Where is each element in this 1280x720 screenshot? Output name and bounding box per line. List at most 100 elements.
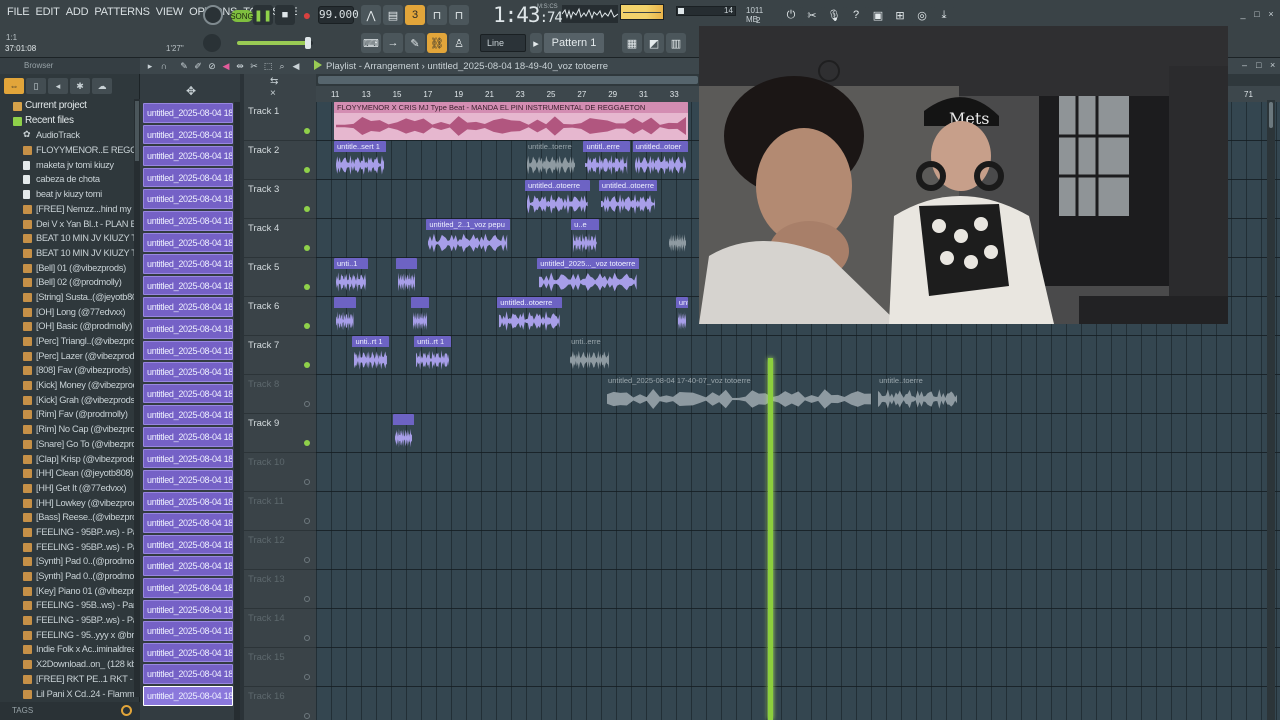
track-header[interactable]: Track 7 [244, 336, 316, 375]
browser-file-item[interactable]: [Kick] Grah (@vibezprods) [0, 393, 134, 408]
browser-file-item[interactable]: [Bass] Reese..(@vibezprods) [0, 510, 134, 525]
browser-file-item[interactable]: FLOYYMENOR..E REGGAETON [0, 143, 134, 158]
tempo-display[interactable]: 99.000 [318, 6, 359, 24]
pattern-selector[interactable]: Pattern 1 [544, 33, 604, 53]
track-mute-led[interactable] [304, 674, 310, 680]
link-icon[interactable]: ⛓ [427, 33, 447, 53]
brush-icon[interactable]: ✐ [192, 60, 204, 72]
help-icon[interactable]: ? [846, 5, 866, 25]
track-header[interactable]: Track 3 [244, 180, 316, 219]
master-volume-slider[interactable] [237, 37, 313, 49]
stamp-icon[interactable]: ♙ [449, 33, 469, 53]
play-arrow-icon[interactable]: ▸ [144, 60, 156, 72]
playlist-audio-clip[interactable]: untitle..toerre [525, 141, 577, 179]
track-header[interactable]: Track 12 [244, 531, 316, 570]
track-mute-led[interactable] [304, 167, 310, 173]
browser-file-item[interactable]: cabeza de chota [0, 172, 134, 187]
browser-cloud-icon[interactable]: ☁ [92, 78, 112, 94]
track-header[interactable]: Track 9 [244, 414, 316, 453]
browser-file-item[interactable]: [Snare] Go To (@vibezprods) [0, 437, 134, 452]
browser-file-item[interactable]: [HH] Get It (@77edvxx) [0, 481, 134, 496]
maximize-icon[interactable]: □ [1252, 9, 1262, 19]
track-header[interactable]: Track 14 [244, 609, 316, 648]
track-mute-led[interactable] [304, 128, 310, 134]
browser-file-item[interactable]: [Kick] Money (@vibezprods) [0, 378, 134, 393]
browser-file-item[interactable]: FEELING - 95B..ws) - Part_2 [0, 598, 134, 613]
clip-picker-item[interactable]: untitled_2025-08-04 18- [142, 296, 234, 318]
track-header[interactable]: Track 16 [244, 687, 316, 720]
track-header[interactable]: Track 1 [244, 102, 316, 141]
browser-file-item[interactable]: [FREE] Nemzz...hind my Back [0, 202, 134, 217]
playlist-audio-clip[interactable]: u..e [571, 219, 599, 257]
track-mute-led[interactable] [304, 479, 310, 485]
stop-button[interactable]: ■ [275, 5, 295, 25]
track-mute-led[interactable] [304, 284, 310, 290]
clip-picker-item[interactable]: untitled_2025-08-04 18- [142, 404, 234, 426]
playlist-audio-clip[interactable]: untitle..sert 1 [334, 141, 387, 179]
chat-icon[interactable]: ◎ [912, 5, 932, 25]
playlist-play-icon[interactable] [314, 60, 322, 70]
playback-icon[interactable]: ◀ [290, 60, 302, 72]
browser-file-item[interactable]: FEELING - 95BP..ws) - Part_1 [0, 613, 134, 628]
pencil-icon[interactable]: ✎ [178, 60, 190, 72]
wait-for-input-icon[interactable]: ▤ [383, 5, 403, 25]
browser-back-icon[interactable]: ◂ [48, 78, 68, 94]
browser-file-item[interactable]: [String] Susta..(@jeyotb808) [0, 290, 134, 305]
track-mute-led[interactable] [304, 635, 310, 641]
magnet-icon[interactable]: ∩ [158, 60, 170, 72]
track-header[interactable]: Track 4 [244, 219, 316, 258]
browser-file-item[interactable]: [HH] Clean (@jeyotb808) [0, 466, 134, 481]
playlist-maximize-icon[interactable]: □ [1256, 60, 1261, 70]
playlist-audio-clip[interactable]: untitled [675, 297, 689, 335]
blend-notes-icon[interactable]: ⊓ [427, 5, 447, 25]
clip-picker-item[interactable]: untitled_2025-08-04 18- [142, 685, 234, 707]
menu-item-patterns[interactable]: PATTERNS [91, 6, 152, 18]
browser-file-item[interactable]: X2Download..on_ (128 kbps) [0, 657, 134, 672]
channel-rack-icon[interactable]: ▥ [666, 33, 686, 53]
clip-picker-item[interactable]: untitled_2025-08-04 18- [142, 577, 234, 599]
browser-file-item[interactable]: ✿ AudioTrack [0, 128, 134, 143]
browser-file-item[interactable]: [Synth] Pad 0..(@prodmolly) [0, 569, 134, 584]
track-mute-led[interactable] [304, 557, 310, 563]
track-header[interactable]: Track 8 [244, 375, 316, 414]
playlist-audio-clip[interactable]: unti..1 [334, 258, 368, 296]
clip-picker-item[interactable]: untitled_2025-08-04 18- [142, 534, 234, 556]
clip-picker-item[interactable]: untitled_2025-08-04 18- [142, 253, 234, 275]
browser-file-item[interactable]: [Bell] 01 (@vibezprods) [0, 261, 134, 276]
menu-item-edit[interactable]: EDIT [32, 6, 62, 18]
clip-picker-item[interactable]: untitled_2025-08-04 18- [142, 275, 234, 297]
clip-picker-item[interactable]: untitled_2025-08-04 18- [142, 642, 234, 664]
clip-picker-item[interactable]: untitled_2025-08-04 18- [142, 318, 234, 340]
mute-icon[interactable]: ◀ [220, 60, 232, 72]
menu-item-view[interactable]: VIEW [153, 6, 186, 18]
browser-plugin-icon[interactable]: ✱ [70, 78, 90, 94]
slip-icon[interactable]: ⇹ [234, 60, 246, 72]
typing-keyboard-icon[interactable]: ⌨ [361, 33, 381, 53]
clip-picker-item[interactable]: untitled_2025-08-04 18- [142, 232, 234, 254]
browser-file-item[interactable]: [Bell] 02 (@prodmolly) [0, 275, 134, 290]
playlist-audio-clip[interactable] [667, 219, 689, 257]
browser-menu-icon[interactable]: ⇔ [4, 78, 24, 94]
piano-roll-icon[interactable]: ◩ [644, 33, 664, 53]
playlist-vertical-scrollbar[interactable] [1267, 100, 1275, 720]
clip-picker-item[interactable]: untitled_2025-08-04 18- [142, 340, 234, 362]
playlist-audio-clip[interactable]: untitled_2025..._voz totoerre [537, 258, 639, 296]
pattern-prev-icon[interactable]: ▸ [530, 33, 542, 53]
move-icon[interactable]: ✥ [186, 84, 196, 98]
microphone-icon[interactable]: 🎙 [824, 5, 844, 25]
clip-picker-item[interactable]: untitled_2025-08-04 18- [142, 491, 234, 513]
snap-dropdown[interactable]: Line [480, 34, 526, 52]
track-header[interactable]: Track 15 [244, 648, 316, 687]
playhead-marker[interactable] [768, 358, 774, 720]
track-header[interactable]: Track 5 [244, 258, 316, 297]
clip-picker-item[interactable]: untitled_2025-08-04 18- [142, 620, 234, 642]
slice-icon[interactable]: ✂ [248, 60, 260, 72]
browser-file-item[interactable]: FEELING - 95..yyy x @bravs) [0, 628, 134, 643]
track-header[interactable]: Track 13 [244, 570, 316, 609]
record-button[interactable]: ● [297, 5, 317, 25]
pause-button[interactable]: ❚❚ [253, 5, 273, 25]
clip-picker-item[interactable]: untitled_2025-08-04 18- [142, 469, 234, 491]
browser-file-item[interactable]: Indie Folk x Ac..iminaldream [0, 642, 134, 657]
clip-picker-item[interactable]: untitled_2025-08-04 18- [142, 167, 234, 189]
track-header[interactable]: Track 10 [244, 453, 316, 492]
